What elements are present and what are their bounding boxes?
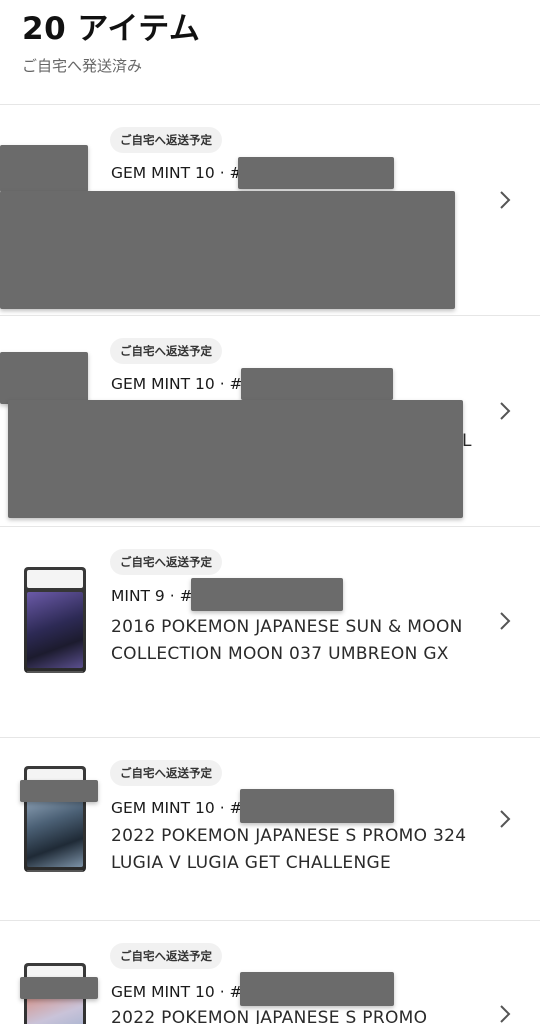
chevron-right-icon[interactable] [498,400,512,422]
list-item[interactable]: ご自宅へ返送予定 GEM MINT 10 · # 2022 POKEMON JA… [0,921,540,1024]
item-name: 2022 POKEMON JAPANESE S PROMO 324 LUGIA … [111,826,467,873]
redaction-block [240,972,394,1006]
page-title: 20 アイテム [22,11,201,47]
redaction-block [0,191,455,309]
return-status-badge: ご自宅へ返送予定 [110,760,222,786]
grade-label: GEM MINT 10 · # [111,983,243,1001]
item-name: L [462,431,472,451]
list-item[interactable]: ご自宅へ返送予定 GEM MINT 10 · # [0,105,540,315]
redaction-block [241,368,393,400]
redaction-block [0,352,88,404]
item-name: 2022 POKEMON JAPANESE S PROMO [111,1008,428,1024]
grade-label: GEM MINT 10 · # [111,375,243,393]
list-item[interactable]: ご自宅へ返送予定 GEM MINT 10 · # 2022 POKEMON JA… [0,738,540,920]
chevron-right-icon[interactable] [498,808,512,830]
page-header: 20 アイテム ご自宅へ発送済み [22,8,200,76]
grade-label: GEM MINT 10 · # [111,799,243,817]
list-item[interactable]: ご自宅へ返送予定 GEM MINT 10 · # L [0,316,540,526]
list-item[interactable]: ご自宅へ返送予定 MINT 9 · # 2016 POKEMON JAPANES… [0,527,540,737]
chevron-right-icon[interactable] [498,1003,512,1024]
redaction-block [0,145,88,192]
return-status-badge: ご自宅へ返送予定 [110,549,222,575]
return-status-badge: ご自宅へ返送予定 [110,943,222,969]
redaction-block [8,400,463,518]
item-name: 2016 POKEMON JAPANESE SUN & MOON COLLECT… [111,617,463,664]
return-status-badge: ご自宅へ返送予定 [110,127,222,153]
page-subtitle: ご自宅へ発送済み [22,57,143,75]
redaction-block [191,578,343,611]
chevron-right-icon[interactable] [498,610,512,632]
redaction-block [240,789,394,823]
card-slab-image [24,567,86,673]
grade-label: MINT 9 · # [111,587,193,605]
grade-label: GEM MINT 10 · # [111,164,243,182]
return-status-badge: ご自宅へ返送予定 [110,338,222,364]
redaction-block [238,157,394,189]
redaction-block [20,977,98,999]
redaction-block [20,780,98,802]
chevron-right-icon[interactable] [498,189,512,211]
